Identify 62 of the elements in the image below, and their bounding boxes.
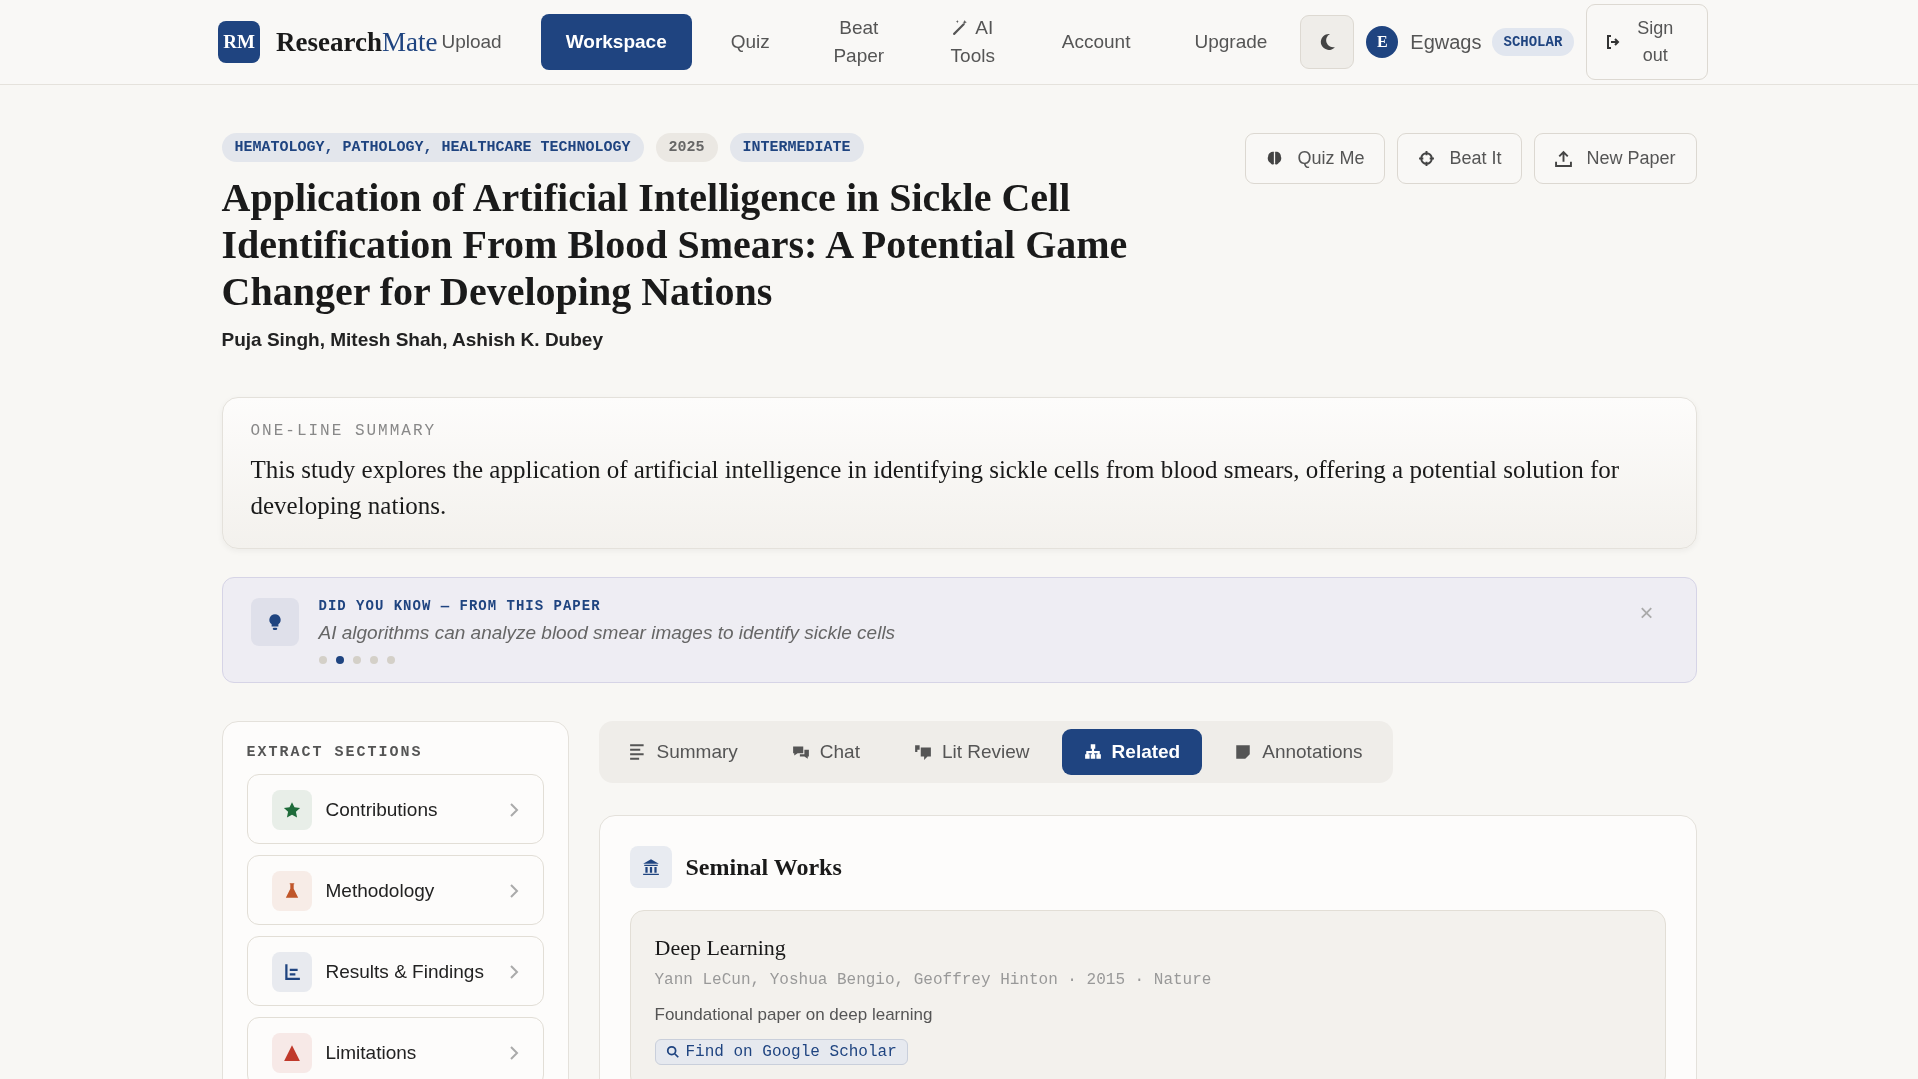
quote-icon [913,743,932,761]
pager-dot[interactable] [335,656,344,664]
section-item[interactable]: Contributions [246,774,544,844]
chat-icon [791,743,810,761]
nav-link[interactable]: AI Tools [922,14,1023,70]
logo-mark[interactable]: RM [218,21,260,63]
pager-dot[interactable] [386,656,395,664]
tag: INTERMEDIATE [729,133,864,162]
chevron-right-icon [508,883,519,899]
brain-icon [1266,150,1284,167]
search-icon [665,1045,680,1059]
work-title: Deep Learning [654,935,787,961]
tab[interactable]: Lit Review [891,729,1052,775]
tag: HEMATOLOGY, PATHOLOGY, HEALTHCARE TECHNOLOGY [221,133,644,162]
chevron-right-icon [508,1045,519,1061]
work-description: Foundational paper on deep learning [654,1005,934,1025]
chevron-right-icon [508,802,519,818]
fact-text: AI algorithms can analyze blood smear images to identify sickle cells [318,622,896,644]
upload-icon [1555,150,1573,167]
bank-icon [629,846,672,888]
chevron-right-icon [508,964,519,980]
tab[interactable]: Chat [769,729,882,775]
logo-name[interactable]: ResearchMate [276,26,438,58]
summary-text: This study explores the application of artificial intelligence in identifying sickle cells from blood smears, offering a potential solution for developing nations. [250,455,1621,521]
section-heading: Seminal Works [685,853,842,881]
pager-dot[interactable] [318,656,327,664]
avatar[interactable]: E [1366,26,1399,58]
work-meta: Yann LeCun, Yoshua Bengio, Geoffrey Hinton · 2015 · Nature [654,971,1213,989]
section-item[interactable]: Limitations [246,1017,544,1079]
nav-link[interactable]: Workspace [540,14,692,70]
nav-link[interactable]: Quiz [705,14,795,70]
lightbulb-icon [250,598,299,646]
note-icon [1234,743,1253,761]
pager-dot[interactable] [369,656,378,664]
dark-mode-button[interactable] [1300,15,1355,69]
paper-authors: Puja Singh, Mitesh Shah, Ashish K. Dubey [221,329,604,351]
nav-link[interactable]: Upgrade [1169,14,1293,70]
sign-out-icon [1605,34,1622,50]
panel-title: EXTRACT SECTIONS [246,744,424,761]
hierarchy-icon [1083,743,1102,761]
nav-link[interactable]: Beat Paper [808,14,909,70]
pager-dot[interactable] [352,656,361,664]
did-you-know-label: DID YOU KNOW — FROM THIS PAPER [318,598,602,614]
lines-icon [628,743,647,761]
plan-badge: SCHOLAR [1491,28,1575,56]
action-button[interactable]: Beat It [1397,133,1523,184]
tag: 2025 [655,133,718,162]
summary-label: ONE-LINE SUMMARY [250,422,438,440]
nav-link[interactable]: Upload [441,14,527,70]
user-name: Egwags [1410,30,1482,54]
nav-link[interactable]: Account [1036,14,1156,70]
paper-title: Application of Artificial Intelligence in Sickle Cell Identification From Blood Smears: A Potential Game Changer for Developing Nations [221,174,1129,315]
crosshair-icon [1418,150,1436,167]
tab[interactable]: Annotations [1212,729,1385,775]
tab[interactable]: Summary [606,729,760,775]
action-button[interactable]: New Paper [1534,133,1697,184]
section-item[interactable]: Methodology [246,855,544,925]
action-button[interactable]: Quiz Me [1245,133,1386,184]
tab[interactable]: Related [1061,729,1203,775]
scholar-link[interactable]: Find on Google Scholar [654,1039,908,1065]
sign-out-button[interactable]: Sign out [1586,4,1709,80]
section-item[interactable]: Results & Findings [246,936,544,1006]
